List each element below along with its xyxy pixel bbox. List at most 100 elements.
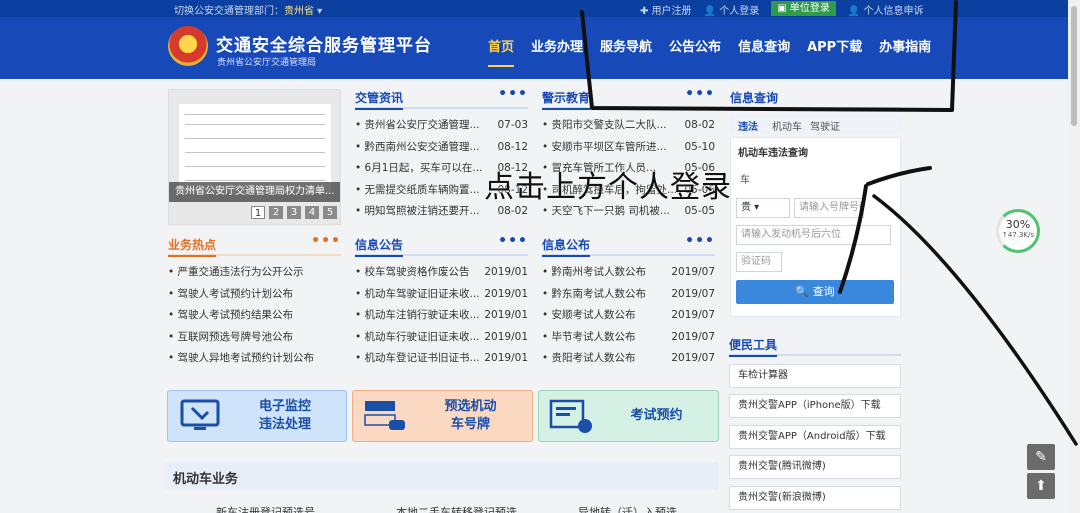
page-scrollbar[interactable] [1068,0,1080,513]
slide-page-5[interactable]: 5 [323,206,337,219]
plate-type-select[interactable]: 车 [736,172,863,192]
item-title: • 毕节考试人数公布 [542,330,636,343]
list-item[interactable]: • 机动车驾驶证旧证未收... 2019/01 [355,283,528,305]
feedback-edit-icon[interactable]: ✎ [1027,444,1055,470]
nav-app-download[interactable]: APP下载 [807,36,862,67]
list-item[interactable]: • 机动车注销行驶证未收... 2019/01 [355,305,528,327]
item-title: • 驾驶人考试预约计划公布 [168,287,294,300]
annotation-arrow-tail [872,194,1078,446]
province-select-value: 贵 [741,202,751,213]
list-item[interactable]: • 贵州省公安厅交通管理... 07-03 [355,115,528,137]
register-label: 用户注册 [651,6,692,17]
list-item[interactable]: • 机动车行驶证旧证未收... 2019/01 [355,326,528,348]
list-item[interactable]: • 黔西南州公安交通管理... 08-12 [355,136,528,158]
section-title: 机动车业务 [173,472,239,487]
panel-hot-title[interactable]: 业务热点 [168,236,217,257]
list-item[interactable]: • 毕节考试人数公布 2019/07 [542,326,715,348]
more-icon[interactable]: ••• [498,86,528,102]
news-slideshow[interactable]: 贵州省公安厅交通管理局权力清单... 1 2 3 4 5 [168,89,341,225]
nav-guide[interactable]: 办事指南 [879,36,931,67]
police-emblem-logo[interactable] [168,26,208,66]
item-date: 05-10 [681,136,715,158]
personal-login-link[interactable]: 👤 个人登录 [704,2,760,17]
tab-license[interactable]: 驾驶证 [810,118,840,133]
list-item[interactable]: • 互联网预选号牌号池公布 [168,327,341,349]
captcha-input[interactable]: 验证码 [736,252,782,272]
item-title: • 贵州省公安厅交通管理... [355,119,480,131]
more-icon[interactable]: ••• [311,233,341,249]
province-selector[interactable]: 贵州省 [284,6,314,17]
tab-violation[interactable]: 违法 [738,118,758,133]
item-date: 2019/07 [668,262,715,284]
unit-login-button[interactable]: ▣ 单位登录 [771,1,836,16]
monitor-line2: 违法处理 [258,417,311,432]
register-link[interactable]: ✚ 用户注册 [640,2,692,17]
list-item[interactable]: • 机动车登记证书旧证书... 2019/01 [355,348,528,370]
tool-iphone-app[interactable]: 贵州交警APP（iPhone版）下载 [729,394,901,418]
slide-caption[interactable]: 贵州省公安厅交通管理局权力清单... [169,182,340,202]
used-car-transfer-item[interactable]: 本地二手车转移登记预选 [396,504,517,513]
scrollbar-thumb[interactable] [1071,6,1077,126]
instruction-overlay-text: 点击上方个人登录 [484,170,732,205]
list-item[interactable]: • 黔东南考试人数公布 2019/07 [542,283,715,305]
remote-transfer-item[interactable]: 异地转（迁）入预选 [578,504,677,513]
list-item[interactable]: • 严重交通违法行为公开公示 [168,262,341,284]
item-date: 08-02 [681,115,715,137]
network-speed-widget[interactable]: 30% ↑47.3K/s [996,209,1040,253]
item-date: 2019/07 [668,326,715,348]
more-icon[interactable]: ••• [498,233,528,249]
department-switch[interactable]: 切换公安交通管理部门：贵州省 ▾ [174,2,322,17]
tool-sina-weibo[interactable]: 贵州交警(新浪微博) [729,486,901,510]
panel-news-title[interactable]: 交管资讯 [355,89,404,110]
item-title: • 互联网预选号牌号池公布 [168,330,294,343]
list-item[interactable]: • 贵阳考试人数公布 2019/07 [542,348,715,370]
tool-car-check-calculator[interactable]: 车检计算器 [729,364,901,388]
tab-vehicle[interactable]: 机动车 [772,118,802,133]
item-title: • 黔南州考试人数公布 [542,266,647,278]
item-title: • 驾驶人异地考试预约计划公布 [168,352,315,364]
engine-number-input[interactable]: 请输入发动机号后六位 [736,225,891,245]
nav-announcement[interactable]: 公告公布 [669,36,721,67]
panel-notice-title[interactable]: 信息公告 [355,236,404,257]
panel-query: 信息查询 [730,89,901,110]
panel-hot: 业务热点 ••• • 严重交通违法行为公开公示 • 驾驶人考试预约计划公布 • 驾… [168,233,341,370]
tool-android-app[interactable]: 贵州交警APP（Android版）下载 [729,425,901,449]
list-item[interactable]: • 安顺考试人数公布 2019/07 [542,305,715,327]
monitor-violation-button[interactable]: 电子监控 违法处理 [167,390,347,442]
list-item[interactable]: • 校车驾驶资格作废公告 2019/01 [355,262,528,284]
slide-page-4[interactable]: 4 [305,206,319,219]
site-header: 交通安全综合服务管理平台 贵州省公安厅交通管理局 首页 业务办理 服务导航 公告… [0,17,1080,79]
list-item[interactable]: • 驾驶人考试预约计划公布 [168,284,341,306]
nav-info-query[interactable]: 信息查询 [738,36,790,67]
slide-page-3[interactable]: 3 [287,206,301,219]
list-item[interactable]: • 驾驶人异地考试预约计划公布 [168,348,341,370]
new-car-plate-item[interactable]: 新车注册登记预选号 [216,504,315,513]
site-subtitle: 贵州省公安厅交通管理局 [217,58,317,68]
speed-rate: ↑47.3K/s [1001,231,1035,239]
slide-page-1[interactable]: 1 [251,206,265,219]
query-button[interactable]: 🔍 查询 [736,280,894,304]
panel-publish-title[interactable]: 信息公布 [542,236,591,257]
appeal-link[interactable]: 👤 个人信息申诉 [848,2,924,17]
plate-select-button[interactable]: 预选机动 车号牌 [352,390,533,442]
publish-list: • 黔南州考试人数公布 2019/07 • 黔东南考试人数公布 2019/07 • … [542,262,715,370]
hot-list: • 严重交通违法行为公开公示 • 驾驶人考试预约计划公布 • 驾驶人考试预约结果… [168,262,341,370]
plate-number-input[interactable]: 请输入号牌号码 [794,198,864,218]
nav-home[interactable]: 首页 [488,36,515,67]
province-select[interactable]: 贵 ▾ [736,198,790,218]
more-icon[interactable]: ••• [685,86,715,102]
exam-booking-button[interactable]: 考试预约 [538,390,719,442]
list-item[interactable]: • 安顺市平坝区车管所进... 05-10 [542,136,715,158]
list-item[interactable]: • 驾驶人考试预约结果公布 [168,305,341,327]
panel-warning-title[interactable]: 警示教育 [542,89,591,110]
back-to-top-icon[interactable]: ⬆ [1027,473,1055,499]
item-date: 2019/01 [481,262,528,284]
more-icon[interactable]: ••• [685,233,715,249]
list-item[interactable]: • 黔南州考试人数公布 2019/07 [542,262,715,284]
nav-service[interactable]: 服务导航 [600,36,652,67]
plate-line1: 预选机动 [444,399,497,414]
slide-page-2[interactable]: 2 [269,206,283,219]
tool-tencent-weibo[interactable]: 贵州交警(腾讯微博) [729,455,901,479]
nav-business[interactable]: 业务办理 [531,36,583,67]
list-item[interactable]: • 贵阳市交警支队二大队... 08-02 [542,115,715,137]
